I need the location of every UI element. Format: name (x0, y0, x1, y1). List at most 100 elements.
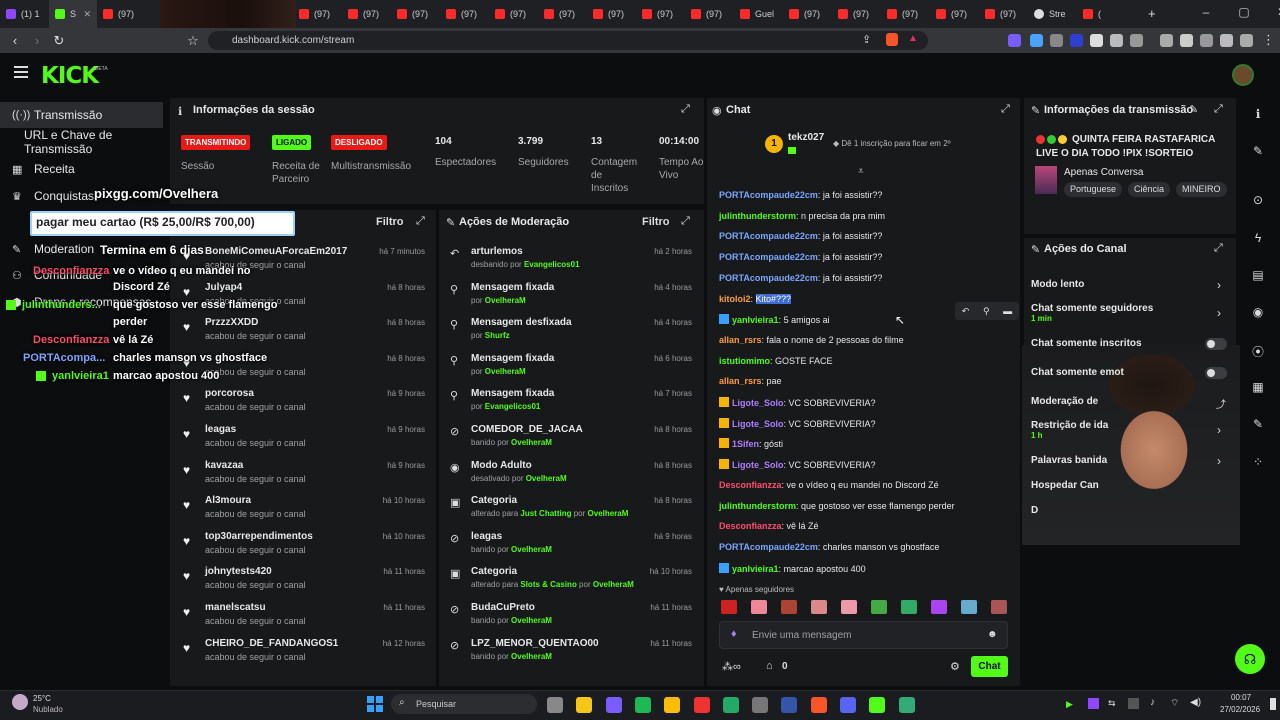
moderation-actor[interactable]: OvelheraM (511, 545, 552, 554)
emote-icon[interactable] (901, 600, 917, 614)
tray-app-icon[interactable] (1128, 698, 1139, 709)
chat-message[interactable]: yanlvieira1: 5 amigos ai (719, 314, 1009, 325)
leaderboard-user[interactable]: tekz027 (788, 132, 824, 143)
expand-icon[interactable]: ⤢ (1001, 103, 1010, 116)
tray-wifi-icon[interactable]: ⌔ (1170, 697, 1179, 710)
taskbar-app-icon[interactable] (840, 697, 856, 713)
send-chat-button[interactable]: Chat (971, 656, 1008, 677)
store-icon[interactable]: ⌂ (766, 660, 773, 672)
bookmark-icon[interactable]: ☆ (182, 33, 204, 49)
chat-username[interactable]: PORTAcompaude22cm (719, 273, 818, 283)
chevron-right-icon[interactable]: › (1217, 423, 1221, 437)
extension-icon[interactable] (1030, 34, 1043, 47)
url-input[interactable]: dashboard.kick.com/stream (208, 31, 928, 50)
taskbar-app-icon[interactable] (664, 697, 681, 713)
pen-icon[interactable]: ✎ (1250, 144, 1266, 158)
browser-tab[interactable]: Stre (1028, 0, 1077, 28)
chat-message[interactable]: kitoloi2: Kito#??? (719, 293, 1009, 304)
tag-chip[interactable]: MINEIRO (1176, 182, 1227, 197)
chat-message[interactable]: PORTAcompaude22cm: charles manson vs gho… (719, 542, 1009, 552)
moderation-row[interactable]: ⚲ Mensagem desfixada por Shurfz há 4 horas (450, 317, 694, 353)
notification-icon[interactable] (1270, 698, 1276, 710)
sidebar-icon[interactable] (1180, 34, 1193, 47)
follower-row[interactable]: ♥ porcorosa acabou de seguir o canal há 9 h… (183, 388, 433, 424)
moderation-row[interactable]: ▣ Categoria alterado para Slots & Casino p… (450, 566, 694, 602)
category-thumbnail[interactable] (1035, 166, 1057, 194)
followers-filter-button[interactable]: Filtro (376, 216, 404, 228)
chat-username[interactable]: kitoloi2 (719, 294, 751, 304)
emote-icon[interactable] (781, 600, 797, 614)
menu-icon[interactable]: ⋮ (1262, 32, 1275, 48)
emote-icon[interactable] (961, 600, 977, 614)
chat-message[interactable]: 1Sifen: gósti (719, 438, 1009, 449)
tray-play-icon[interactable]: ▶ (1066, 699, 1073, 710)
moderation-row[interactable]: ◉ Modo Adulto desativado por OvelheraM há 8… (450, 460, 694, 496)
moderation-row[interactable]: ⊘ leagas banido por OvelheraM há 9 horas (450, 531, 694, 567)
channel-action-item[interactable]: Palavras banida (1031, 455, 1107, 466)
taskbar-app-icon[interactable] (810, 697, 827, 713)
bolt-icon[interactable]: ϟ (1250, 231, 1266, 245)
browser-tab[interactable]: (97) (881, 0, 930, 28)
browser-tab[interactable]: (97) (391, 0, 440, 28)
tray-arrows-icon[interactable]: ⇆ (1108, 698, 1116, 709)
chat-username[interactable]: allan_rsrs (719, 376, 762, 386)
follower-row[interactable]: ♥ Al3moura acabou de seguir o canal há 10 h… (183, 495, 433, 531)
extension-icon[interactable] (1050, 34, 1063, 47)
taskbar-app-icon[interactable] (781, 697, 798, 713)
chat-username[interactable]: PORTAcompaude22cm (719, 190, 818, 200)
moderation-row[interactable]: ▣ Categoria alterado para Just Chatting po… (450, 495, 694, 531)
toggle-switch[interactable] (1205, 367, 1227, 379)
emote-icon[interactable] (721, 600, 737, 614)
follower-row[interactable]: ♥ top30arrependimentos acabou de seguir o … (183, 531, 433, 567)
browser-tab[interactable]: Guel (734, 0, 783, 28)
channel-action-item[interactable]: Chat somente inscritos (1031, 338, 1142, 349)
moderation-actor[interactable]: OvelheraM (588, 509, 629, 518)
media-icon[interactable] (1160, 34, 1173, 47)
moderation-row[interactable]: ⚲ Mensagem fixada por OvelheraM há 6 horas (450, 353, 694, 389)
chat-username[interactable]: 1Sifen (732, 439, 759, 449)
close-icon[interactable]: ✕ (1270, 5, 1280, 19)
moderation-row[interactable]: ⚲ Mensagem fixada por Evangelicos01 há 7 ho… (450, 388, 694, 424)
tray-mic-icon[interactable]: ♪ (1150, 697, 1155, 708)
chat-message[interactable]: PORTAcompaude22cm: ja foi assistir?? (719, 252, 1009, 262)
taskbar-app-icon[interactable] (722, 697, 739, 713)
browser-tab[interactable]: (97) (97, 0, 146, 28)
chat-username[interactable]: Desconfianzza (719, 521, 782, 531)
taskbar-app-icon[interactable] (869, 697, 886, 713)
taskbar-app-icon[interactable] (547, 697, 563, 713)
chat-message[interactable]: Ligote_Solo: VC SOBREVIVERIA? (719, 459, 1009, 470)
browser-tab[interactable]: (97) (685, 0, 734, 28)
tray-twitch-icon[interactable] (1088, 698, 1099, 709)
info-icon[interactable]: ℹ (1250, 107, 1266, 121)
chat-message[interactable]: PORTAcompaude22cm: ja foi assistir?? (719, 231, 1009, 241)
browser-tab[interactable]: (97) (783, 0, 832, 28)
browser-tab[interactable]: (97) (979, 0, 1028, 28)
taskbar-app-icon[interactable] (898, 697, 915, 713)
follower-row[interactable]: ♥ PrzzzXXDD acabou de seguir o canal há 8 h… (183, 317, 433, 353)
reload-icon[interactable]: ↻ (48, 33, 70, 49)
chat-message[interactable]: PORTAcompaude22cm: ja foi assistir?? (719, 273, 1009, 283)
follower-row[interactable]: ♥ johnytests420 acabou de seguir o canal há… (183, 566, 433, 602)
emote-icon[interactable] (841, 600, 857, 614)
browser-tab[interactable]: ( (1077, 0, 1126, 28)
chat-settings-icon[interactable]: ⚙ (950, 660, 960, 673)
browser-tab[interactable]: (97) (293, 0, 342, 28)
external-link-icon[interactable]: ⤴ (1216, 396, 1226, 411)
minimize-icon[interactable]: – (1194, 5, 1218, 19)
microphone-icon[interactable]: ♦ (731, 628, 737, 640)
channel-action-item[interactable]: Chat somente seguidores 1 min (1031, 303, 1153, 323)
chat-message[interactable]: Ligote_Solo: VC SOBREVIVERIA? (719, 417, 1009, 429)
channel-action-item[interactable]: D (1031, 505, 1038, 516)
channel-action-item[interactable]: Chat somente emot (1031, 367, 1124, 378)
browser-tab[interactable]: (97) (342, 0, 391, 28)
category-name[interactable]: Apenas Conversa (1064, 167, 1144, 178)
chat-username[interactable]: Ligote_Solo (732, 398, 784, 408)
browser-tab[interactable]: (97) (538, 0, 587, 28)
chat-message[interactable]: Desconfianzza: vê lá Zé (719, 521, 1009, 531)
chat-message[interactable]: julinthunderstorm: que gostoso ver esse … (719, 501, 1009, 511)
extension-icon[interactable] (1090, 34, 1103, 47)
weather-icon[interactable] (12, 694, 28, 710)
chat-username[interactable]: PORTAcompaude22cm (719, 542, 818, 552)
chat-username[interactable]: PORTAcompaude22cm (719, 231, 818, 241)
taskbar-app-icon[interactable] (752, 697, 769, 713)
